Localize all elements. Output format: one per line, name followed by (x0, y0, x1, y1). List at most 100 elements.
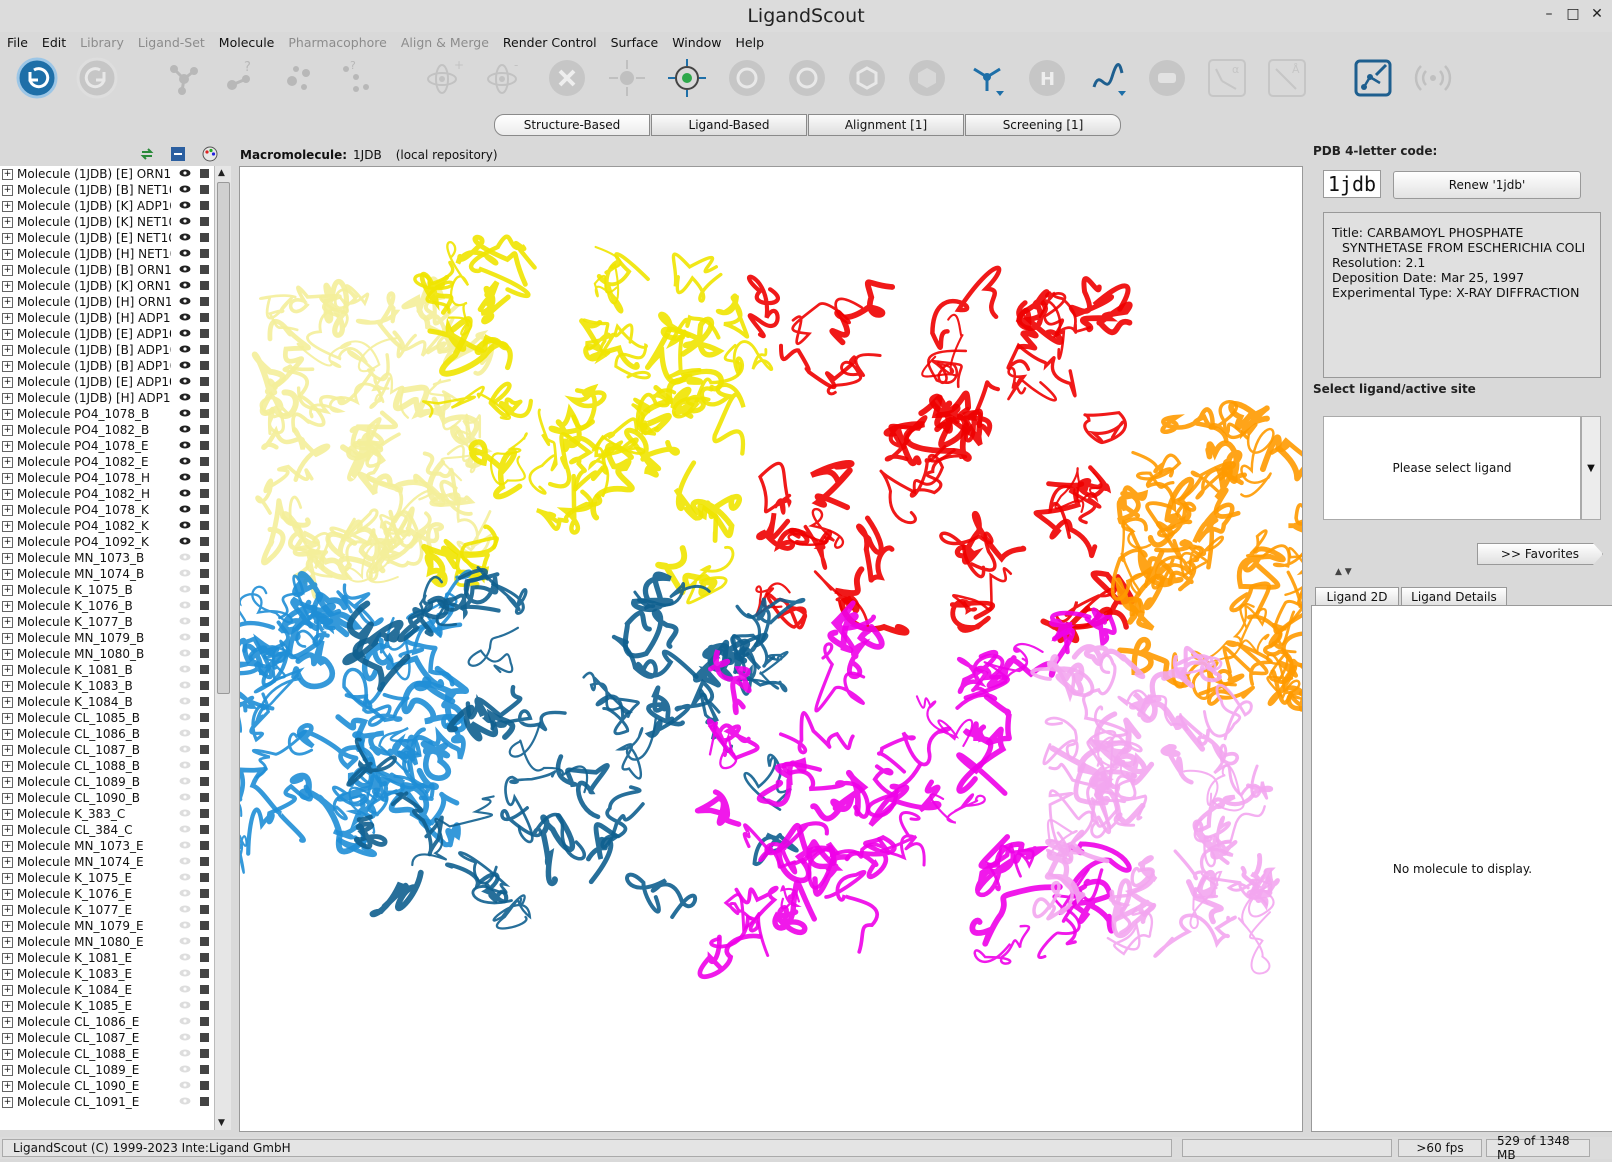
expand-icon[interactable]: + (2, 504, 13, 516)
visibility-eye-icon[interactable] (179, 232, 191, 242)
tree-row[interactable]: + Molecule PO4_1082_H (0, 486, 214, 502)
expand-icon[interactable]: + (2, 808, 13, 820)
tab-screening[interactable]: Screening [1] (965, 114, 1121, 136)
visibility-eye-icon[interactable] (179, 536, 191, 546)
zoom-fit-icon[interactable] (606, 57, 648, 99)
visibility-eye-icon[interactable] (179, 920, 191, 930)
tree-row[interactable]: + Molecule CL_1087_B (0, 742, 214, 758)
surface-icon[interactable] (1146, 57, 1188, 99)
color-square-icon[interactable] (200, 937, 209, 946)
expand-icon[interactable]: + (2, 1032, 13, 1044)
rotate-right-icon[interactable] (786, 57, 828, 99)
tab-ligand-based[interactable]: Ligand-Based (651, 114, 807, 136)
color-square-icon[interactable] (200, 425, 209, 434)
visibility-eye-icon[interactable] (179, 616, 191, 626)
edit-molecule-icon[interactable] (1352, 57, 1394, 99)
expand-icon[interactable]: + (2, 184, 13, 196)
expand-icon[interactable]: + (2, 1080, 13, 1092)
expand-icon[interactable]: + (2, 376, 13, 388)
tree-row[interactable]: + Molecule K_1075_B (0, 582, 214, 598)
expand-icon[interactable]: + (2, 632, 13, 644)
menu-molecule[interactable]: Molecule (212, 35, 282, 50)
expand-icon[interactable]: + (2, 616, 13, 628)
menu-help[interactable]: Help (729, 35, 772, 50)
visibility-eye-icon[interactable] (179, 216, 191, 226)
tab-ligand-details[interactable]: Ligand Details (1401, 587, 1507, 607)
expand-icon[interactable]: + (2, 792, 13, 804)
expand-icon[interactable]: + (2, 760, 13, 772)
visibility-eye-icon[interactable] (179, 1048, 191, 1058)
color-square-icon[interactable] (200, 489, 209, 498)
expand-icon[interactable]: + (2, 696, 13, 708)
menu-align-merge[interactable]: Align & Merge (394, 35, 496, 50)
visibility-eye-icon[interactable] (179, 328, 191, 338)
tree-row[interactable]: + Molecule PO4_1078_B (0, 406, 214, 422)
tree-row[interactable]: + Molecule (1JDB) [E] NET10 (0, 230, 214, 246)
expand-icon[interactable]: + (2, 776, 13, 788)
color-square-icon[interactable] (200, 409, 209, 418)
visibility-eye-icon[interactable] (179, 872, 191, 882)
tree-row[interactable]: + Molecule CL_384_C (0, 822, 214, 838)
color-palette-icon[interactable] (202, 146, 218, 162)
visibility-eye-icon[interactable] (179, 776, 191, 786)
color-square-icon[interactable] (200, 505, 209, 514)
menu-library[interactable]: Library (73, 35, 131, 50)
expand-icon[interactable]: + (2, 680, 13, 692)
color-square-icon[interactable] (200, 1017, 209, 1026)
color-square-icon[interactable] (200, 329, 209, 338)
expand-icon[interactable]: + (2, 472, 13, 484)
query-fragment-icon[interactable]: ? (336, 57, 378, 99)
tree-row[interactable]: + Molecule PO4_1092_K (0, 534, 214, 550)
expand-icon[interactable]: + (2, 488, 13, 500)
visibility-eye-icon[interactable] (179, 904, 191, 914)
visibility-eye-icon[interactable] (179, 1016, 191, 1026)
tree-row[interactable]: + Molecule (1JDB) [K] NET10 (0, 214, 214, 230)
visibility-eye-icon[interactable] (179, 888, 191, 898)
color-square-icon[interactable] (200, 249, 209, 258)
visibility-eye-icon[interactable] (179, 984, 191, 994)
tree-row[interactable]: + Molecule K_1077_B (0, 614, 214, 630)
expand-icon[interactable]: + (2, 664, 13, 676)
visibility-eye-icon[interactable] (179, 520, 191, 530)
expand-icon[interactable]: + (2, 344, 13, 356)
memory-readout[interactable]: 529 of 1348 MB (1486, 1134, 1590, 1162)
fragment-icon[interactable] (278, 57, 320, 99)
expand-icon[interactable]: + (2, 744, 13, 756)
color-square-icon[interactable] (200, 729, 209, 738)
expand-icon[interactable]: + (2, 328, 13, 340)
sync-icon[interactable] (139, 146, 155, 162)
measure-angle-icon[interactable]: α (1206, 57, 1248, 99)
expand-icon[interactable]: + (2, 552, 13, 564)
expand-icon[interactable]: + (2, 296, 13, 308)
visibility-eye-icon[interactable] (179, 728, 191, 738)
tab-ligand-2d[interactable]: Ligand 2D (1315, 587, 1399, 607)
query-molecule-icon[interactable]: ? (220, 57, 262, 99)
color-square-icon[interactable] (200, 745, 209, 754)
visibility-eye-icon[interactable] (179, 296, 191, 306)
visibility-eye-icon[interactable] (179, 168, 191, 178)
rotate-left-icon[interactable] (726, 57, 768, 99)
visibility-eye-icon[interactable] (179, 440, 191, 450)
expand-icon[interactable]: + (2, 648, 13, 660)
tree-row[interactable]: + Molecule (1JDB) [K] ORN10 (0, 278, 214, 294)
expand-icon[interactable]: + (2, 968, 13, 980)
expand-icon[interactable]: + (2, 312, 13, 324)
color-square-icon[interactable] (200, 537, 209, 546)
visibility-eye-icon[interactable] (179, 936, 191, 946)
color-square-icon[interactable] (200, 825, 209, 834)
expand-icon[interactable]: + (2, 520, 13, 532)
visibility-eye-icon[interactable] (179, 504, 191, 514)
visibility-eye-icon[interactable] (179, 312, 191, 322)
visibility-eye-icon[interactable] (179, 568, 191, 578)
tree-row[interactable]: + Molecule CL_1091_E (0, 1094, 214, 1110)
scroll-down-icon[interactable]: ▼ (218, 1118, 225, 1128)
color-square-icon[interactable] (200, 233, 209, 242)
color-square-icon[interactable] (200, 841, 209, 850)
color-square-icon[interactable] (200, 297, 209, 306)
tree-row[interactable]: + Molecule CL_1086_E (0, 1014, 214, 1030)
tree-row[interactable]: + Molecule PO4_1082_K (0, 518, 214, 534)
expand-icon[interactable]: + (2, 904, 13, 916)
expand-icon[interactable]: + (2, 248, 13, 260)
visibility-eye-icon[interactable] (179, 632, 191, 642)
color-square-icon[interactable] (200, 265, 209, 274)
